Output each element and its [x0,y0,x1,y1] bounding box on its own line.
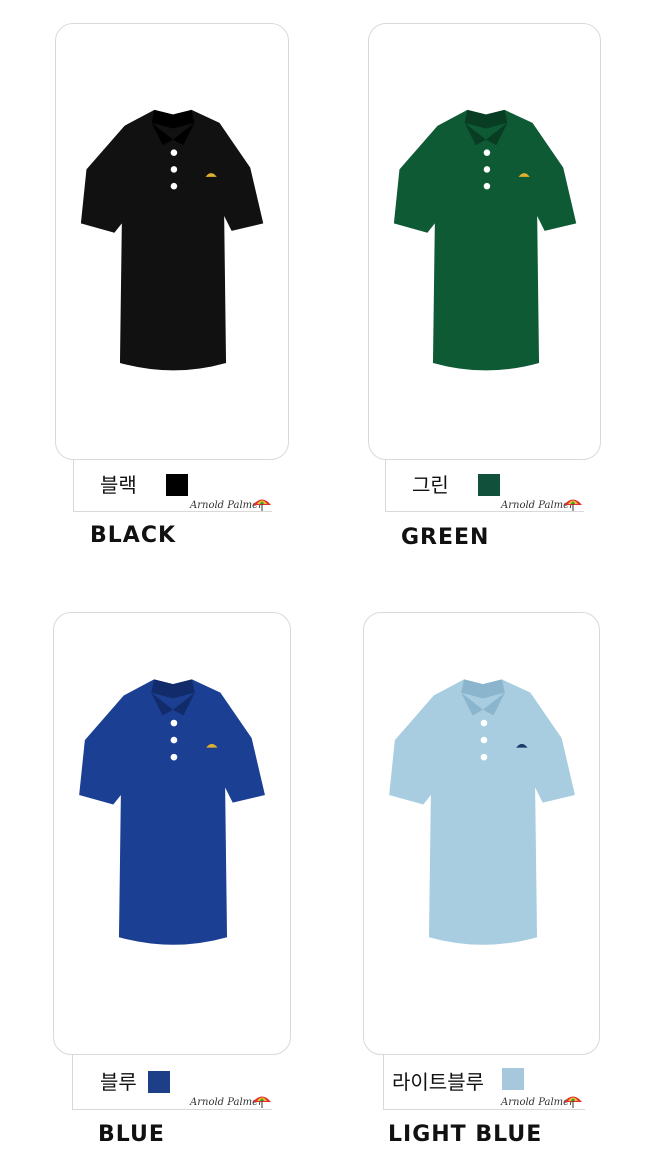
english-color-name: LIGHT BLUE [388,1122,543,1147]
english-color-name: BLACK [90,523,177,548]
korean-color-label: 블루 [100,1070,137,1094]
english-color-name: GREEN [401,525,490,550]
umbrella-icon [564,1096,582,1108]
polo-shirt-image [79,679,265,945]
product-card-light-blue[interactable] [363,612,600,1055]
polo-shirt-image [389,679,575,945]
umbrella-icon [564,499,582,511]
color-swatch-black [166,474,188,496]
color-swatch-light-blue [502,1068,524,1090]
product-card-blue[interactable] [53,612,291,1055]
umbrella-icon [253,1096,271,1108]
korean-color-label: 그린 [412,473,449,497]
polo-shirt-image [393,109,577,371]
korean-color-label: 라이트블루 [392,1070,484,1094]
korean-color-label: 블랙 [100,473,137,497]
product-card-green[interactable] [368,23,601,460]
polo-shirt-image [80,109,264,371]
english-color-name: BLUE [98,1122,165,1147]
color-swatch-green [478,474,500,496]
umbrella-icon [253,499,271,511]
product-card-black[interactable] [55,23,289,460]
color-swatch-blue [148,1071,170,1093]
